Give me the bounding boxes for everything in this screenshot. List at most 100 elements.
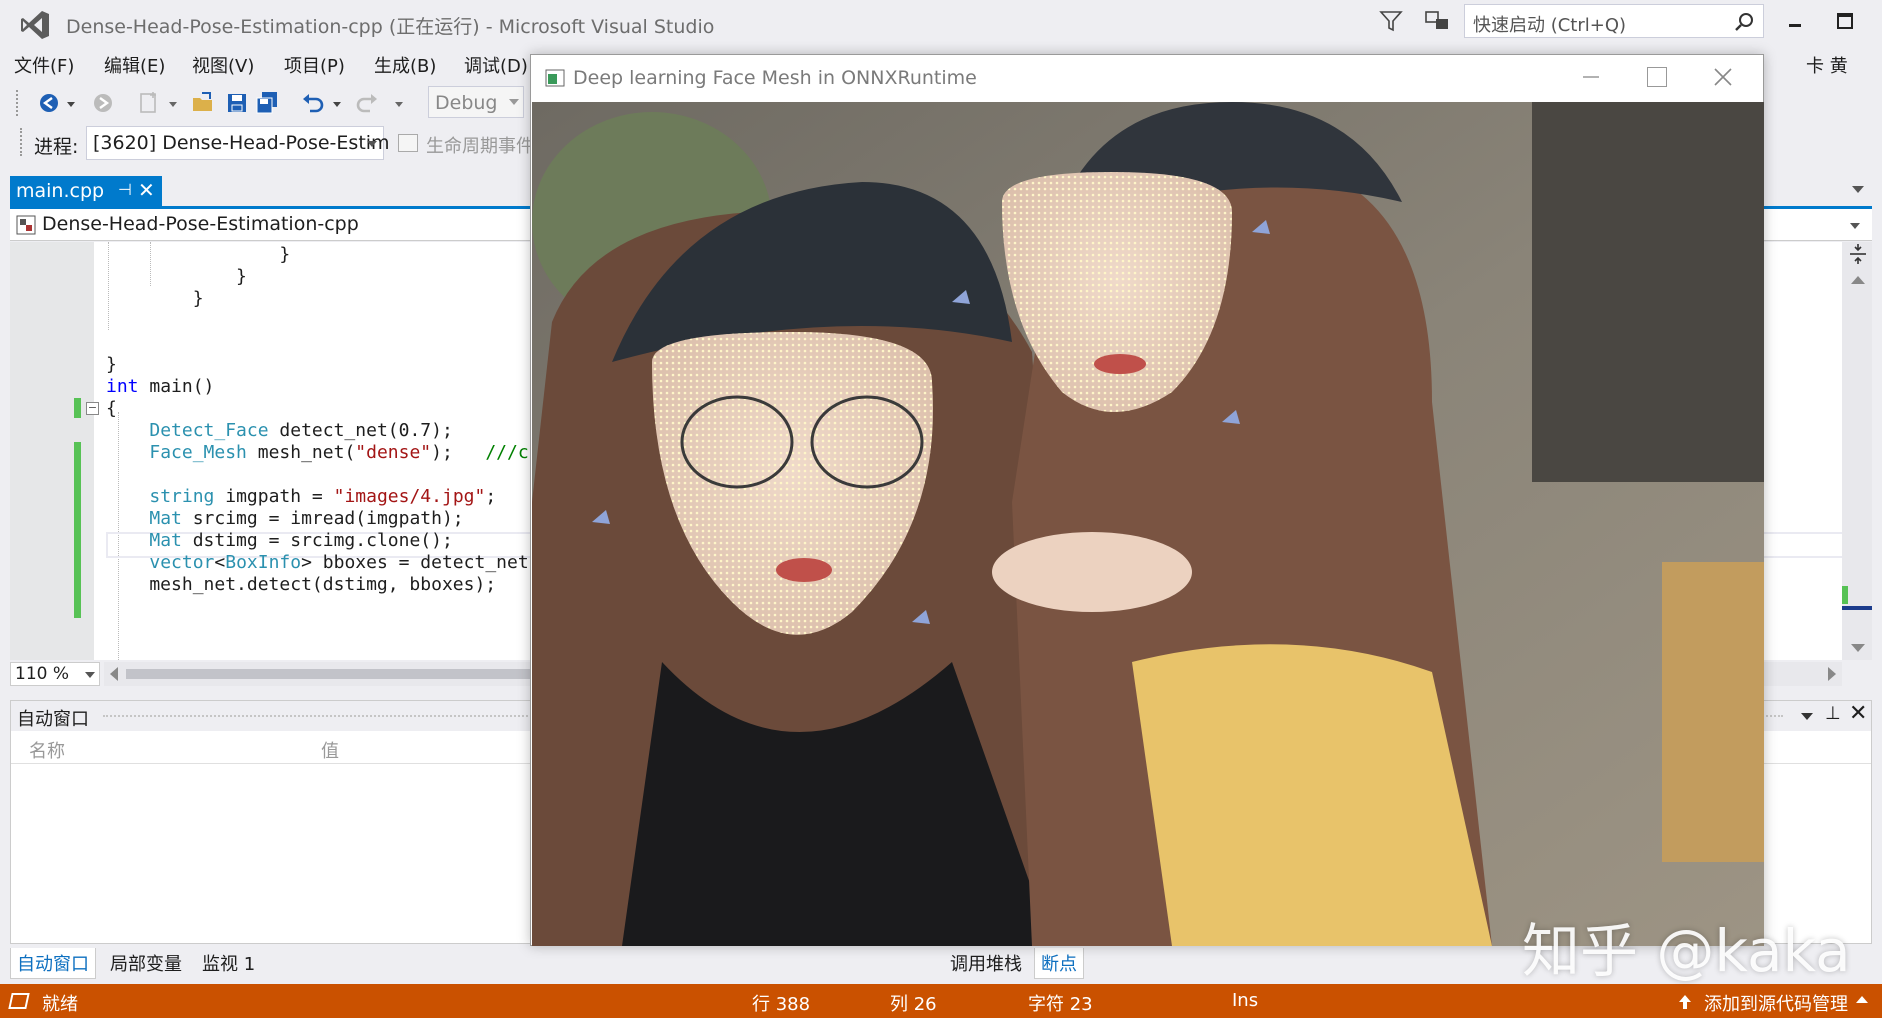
code-token: } [106,266,247,287]
quick-launch-input[interactable]: 快速启动 (Ctrl+Q) [1464,4,1764,38]
tab-call-stack[interactable]: 调用堆栈 [944,948,1028,978]
maximize-icon[interactable] [1647,67,1667,87]
menu-project[interactable]: 项目(P) [284,52,345,78]
window-title: Dense-Head-Pose-Estimation-cpp (正在运行) - … [66,16,715,38]
zoom-level: 110 % [15,664,70,684]
opencv-window-icon [545,69,565,87]
tab-breakpoints[interactable]: 断点 [1034,948,1084,979]
redo-dropdown-icon[interactable] [392,90,406,116]
code-token: Detect_Face [149,420,269,441]
code-token: srcimg = imread(imgpath); [181,508,464,529]
menu-build[interactable]: 生成(B) [374,52,436,78]
member-dropdown-chevron-icon[interactable] [1850,223,1860,229]
vertical-scrollbar[interactable] [1842,242,1872,660]
tab-locals[interactable]: 局部变量 [104,948,188,978]
code-token: imgpath = [214,486,334,507]
tab-watch-1[interactable]: 监视 1 [196,948,261,978]
status-line: 行 388 [752,994,811,1015]
code-line[interactable]: Face_Mesh mesh_net("dense"); ///ch [106,440,539,466]
open-file-icon[interactable] [190,90,216,116]
menu-debug[interactable]: 调试(D) [464,52,528,78]
undo-dropdown-icon[interactable] [330,90,344,116]
lifecycle-events-label[interactable]: 生命周期事件 [426,132,534,158]
close-icon[interactable] [1711,65,1735,89]
navigate-back-dropdown-icon[interactable] [64,90,78,116]
left-lips [776,558,832,582]
pin-tab-icon[interactable]: ⊣ [118,180,132,199]
code-token: ); [431,442,486,463]
face-mesh-result-window[interactable]: Deep learning Face Mesh in ONNXRuntime [530,54,1764,946]
code-token: ; [485,486,497,507]
visual-studio-logo-icon [21,11,49,39]
feedback-icon[interactable] [1424,8,1452,34]
chevron-down-icon [367,141,377,147]
tab-main-cpp[interactable]: main.cpp ⊣ ✕ [10,176,162,208]
filter-icon[interactable] [1378,8,1404,34]
menu-edit[interactable]: 编辑(E) [104,52,165,78]
add-to-source-control[interactable]: 添加到源代码管理 [1704,990,1848,1016]
column-header-name[interactable]: 名称 [29,737,65,763]
code-line[interactable]: int main() [106,374,214,400]
output-window-icon[interactable] [8,993,30,1009]
menu-view[interactable]: 视图(V) [192,52,254,78]
save-icon[interactable] [224,90,250,116]
editor-margin[interactable] [10,242,94,660]
new-project-icon[interactable] [136,90,162,116]
redo-icon[interactable] [354,90,380,116]
code-token: dstimg = srcimg.clone(); [181,530,453,551]
scroll-right-icon[interactable] [1828,667,1836,681]
collapse-region-icon[interactable]: − [86,402,99,415]
close-tab-icon[interactable]: ✕ [138,178,155,202]
scroll-up-icon[interactable] [1851,276,1865,284]
menu-file[interactable]: 文件(F) [14,52,74,78]
split-window-icon[interactable] [1848,242,1868,266]
new-project-dropdown-icon[interactable] [166,90,180,116]
window-position-dropdown-icon[interactable] [1801,713,1813,720]
tab-autos[interactable]: 自动窗口 [10,948,96,979]
background-wall [1532,102,1764,482]
solution-configuration-dropdown[interactable]: Debug [428,86,524,118]
tab-label: main.cpp [16,180,105,202]
chevron-up-icon[interactable] [1856,996,1868,1003]
navigate-back-icon[interactable] [36,90,62,116]
result-window-title-bar[interactable]: Deep learning Face Mesh in ONNXRuntime [531,55,1763,101]
user-account[interactable]: 卡 黄 [1806,52,1848,78]
column-header-value[interactable]: 值 [321,737,339,763]
project-scope-dropdown[interactable]: Dense-Head-Pose-Estimation-cpp [42,213,359,235]
maximize-icon[interactable] [1830,8,1860,38]
chevron-down-icon [85,672,95,678]
minimize-icon[interactable] [1780,8,1810,38]
process-dropdown[interactable]: [3620] Dense-Head-Pose-Estim [86,126,390,160]
status-column: 列 26 [890,994,937,1015]
code-token: string [149,486,215,507]
cpp-project-icon [16,215,36,235]
save-all-icon[interactable] [254,90,280,116]
code-token: } [106,354,117,375]
code-line[interactable]: } [106,286,204,312]
toolbar-grip[interactable] [16,90,20,116]
process-label: 进程: [34,136,79,158]
zoom-level-dropdown[interactable]: 110 % [10,662,100,686]
undo-icon[interactable] [300,90,326,116]
change-indicator [74,398,81,418]
arm [992,532,1192,612]
face-mesh-photo [532,102,1764,946]
toolbar-grip[interactable] [20,128,24,156]
search-icon [1735,13,1753,31]
code-token: vector [149,552,215,573]
code-line[interactable]: mesh_net.detect(dstimg, bboxes); [106,572,496,598]
lifecycle-events-icon[interactable] [398,134,418,152]
scroll-left-icon[interactable] [110,667,118,681]
close-icon[interactable]: ✕ [1849,701,1867,726]
code-token: > bboxes = detect_net. [301,552,540,573]
code-token: } [106,244,291,265]
code-token: < [214,552,226,573]
minimize-icon[interactable] [1579,65,1603,89]
navigate-forward-icon[interactable] [90,90,116,116]
scroll-down-icon[interactable] [1851,644,1865,652]
auto-hide-pin-icon[interactable]: ⊥ [1825,703,1841,724]
tab-overflow-icon[interactable] [1852,186,1864,193]
